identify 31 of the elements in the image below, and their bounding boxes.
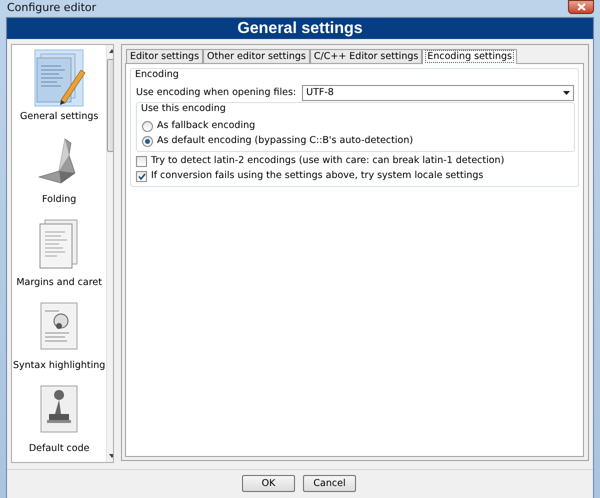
tab[interactable]: Editor settings <box>126 48 204 62</box>
close-icon <box>576 2 586 11</box>
scroll-up-icon[interactable] <box>108 48 113 52</box>
option-label: As default encoding (bypassing C::B's auto-detection) <box>157 134 414 148</box>
scrollbar[interactable] <box>106 44 113 462</box>
tab[interactable]: Other editor settings <box>203 48 310 62</box>
scroll-down-icon[interactable] <box>108 454 113 458</box>
checkbox[interactable] <box>136 171 147 182</box>
field-label: Use encoding when opening files: <box>136 86 296 100</box>
sidebar-item[interactable]: Margins and caret <box>12 212 106 296</box>
dropdown-arrow-icon <box>563 90 570 95</box>
tab[interactable]: Encoding settings <box>422 48 518 64</box>
sidebar-item[interactable]: General settings <box>12 46 106 129</box>
option-label: As fallback encoding <box>157 119 256 134</box>
group-title: Use this encoding <box>141 102 227 116</box>
sidebar-item[interactable]: Syntax highlighting <box>12 295 106 378</box>
window-title: Configure editor <box>6 0 96 16</box>
checkbox-label: Try to detect latin-2 encodings (use with care: can break latin-1 detection) <box>151 154 504 168</box>
sidebar-item[interactable]: Default code <box>12 378 106 462</box>
checkbox[interactable] <box>136 156 147 167</box>
tab[interactable]: C/C++ Editor settings <box>310 48 422 62</box>
radio-button[interactable] <box>142 121 153 132</box>
group-title: Encoding <box>135 68 180 82</box>
close-button[interactable] <box>568 0 594 14</box>
header-title: General settings <box>7 18 593 38</box>
dialog-button[interactable]: Cancel <box>303 475 356 492</box>
encoding-dropdown[interactable]: UTF-8 <box>302 84 574 101</box>
sidebar-item[interactable]: Folding <box>12 128 106 212</box>
checkbox-label: If conversion fails using the settings above, try system locale settings <box>151 169 484 184</box>
radio-button[interactable] <box>142 136 153 147</box>
dialog-button[interactable]: OK <box>242 475 295 492</box>
